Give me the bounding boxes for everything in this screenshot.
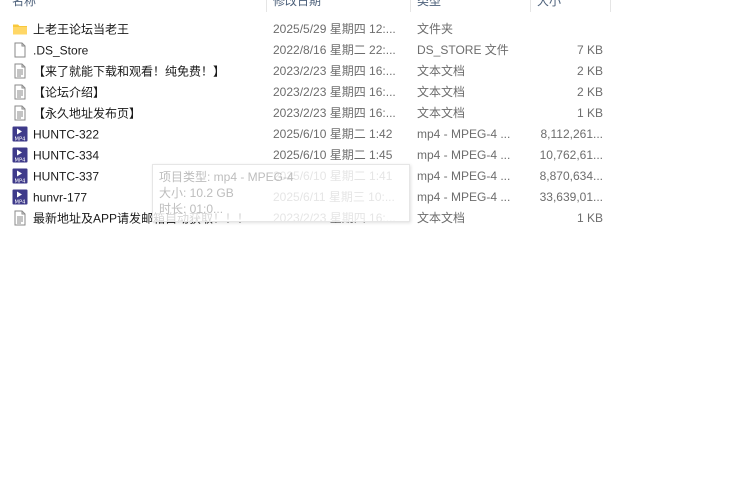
text-document-icon: [12, 63, 28, 79]
svg-text:MP4: MP4: [15, 136, 27, 142]
file-name-cell[interactable]: 【来了就能下载和观看！纯免费！】: [12, 61, 264, 82]
file-row[interactable]: 【永久地址发布页】 2023/2/23 星期四 16:... 文本文档 1 KB: [0, 103, 612, 124]
file-size: 2 KB: [576, 85, 603, 99]
file-name: 【永久地址发布页】: [33, 106, 142, 121]
file-name: hunvr-177: [33, 190, 88, 205]
file-date: 2025/5/29 星期四 12:...: [273, 22, 396, 36]
file-size: 33,639,01...: [539, 190, 603, 204]
column-header-type-label: 类型: [417, 0, 442, 8]
file-type: 文本文档: [417, 106, 466, 120]
column-header-bar: 名称 修改日期 类型 大小: [0, 0, 612, 12]
file-size: 1 KB: [576, 106, 603, 120]
file-name-cell[interactable]: MP4 HUNTC-334: [12, 145, 264, 166]
file-size: 8,112,261...: [540, 127, 604, 141]
file-name-cell[interactable]: .DS_Store: [12, 40, 264, 61]
file-row[interactable]: 上老王论坛当老王 2025/5/29 星期四 12:... 文件夹: [0, 19, 612, 40]
file-type: 文本文档: [417, 85, 466, 99]
column-header-date-label: 修改日期: [273, 0, 322, 8]
file-info-tooltip: 项目类型: mp4 - MPEG-4 大小: 10.2 GB 时长: 01:0.…: [152, 164, 410, 222]
column-header-size[interactable]: 大小: [531, 0, 611, 12]
file-name-cell[interactable]: 【永久地址发布页】: [12, 103, 264, 124]
file-name-cell[interactable]: 上老王论坛当老王: [12, 19, 264, 40]
tooltip-size-line: 大小: 10.2 GB: [159, 186, 234, 200]
mp4-video-icon: MP4: [12, 168, 28, 184]
file-name: .DS_Store: [33, 43, 89, 58]
folder-icon: [12, 21, 28, 37]
file-name: HUNTC-322: [33, 127, 100, 142]
file-size: 7 KB: [576, 43, 603, 57]
svg-text:MP4: MP4: [15, 178, 27, 184]
file-date: 2025/6/10 星期二 1:45: [273, 148, 393, 162]
text-document-icon: [12, 84, 28, 100]
file-name: HUNTC-334: [33, 148, 100, 163]
file-date: 2022/8/16 星期二 22:...: [273, 43, 396, 57]
tooltip-type-line: 项目类型: mp4 - MPEG-4: [159, 170, 294, 184]
file-date: 2023/2/23 星期四 16:...: [273, 106, 396, 120]
file-type: mp4 - MPEG-4 ...: [417, 148, 511, 162]
file-date: 2025/6/10 星期二 1:42: [273, 127, 393, 141]
column-header-size-label: 大小: [537, 0, 562, 8]
mp4-video-icon: MP4: [12, 126, 28, 142]
file-type: 文件夹: [417, 22, 454, 36]
file-type: mp4 - MPEG-4 ...: [417, 127, 511, 141]
file-name-cell[interactable]: 【论坛介绍】: [12, 82, 264, 103]
file-type: 文本文档: [417, 211, 466, 225]
file-row[interactable]: 【论坛介绍】 2023/2/23 星期四 16:... 文本文档 2 KB: [0, 82, 612, 103]
file-name-cell[interactable]: MP4 HUNTC-322: [12, 124, 264, 145]
column-header-date[interactable]: 修改日期: [267, 0, 411, 12]
file-type: mp4 - MPEG-4 ...: [417, 169, 511, 183]
file-type: mp4 - MPEG-4 ...: [417, 190, 511, 204]
column-header-name-label: 名称: [12, 0, 37, 8]
file-name: 【来了就能下载和观看！纯免费！】: [33, 64, 226, 79]
file-size: [530, 19, 603, 40]
file-name: HUNTC-337: [33, 169, 100, 184]
text-document-icon: [12, 210, 28, 226]
mp4-video-icon: MP4: [12, 189, 28, 205]
svg-text:MP4: MP4: [15, 199, 27, 205]
file-name: 【论坛介绍】: [33, 85, 106, 100]
mp4-video-icon: MP4: [12, 147, 28, 163]
column-header-name[interactable]: 名称: [0, 0, 267, 12]
svg-text:MP4: MP4: [15, 157, 27, 163]
file-row[interactable]: .DS_Store 2022/8/16 星期二 22:... DS_STORE 文件…: [0, 40, 612, 61]
tooltip-length-line: 时长: 01:0...: [159, 202, 224, 216]
file-name: 上老王论坛当老王: [33, 22, 130, 37]
file-size: 1 KB: [576, 211, 603, 225]
file-type: 文本文档: [417, 64, 466, 78]
file-size: 2 KB: [576, 64, 603, 78]
file-date: 2023/2/23 星期四 16:...: [273, 64, 396, 78]
file-size: 8,870,634...: [539, 169, 603, 183]
file-type: DS_STORE 文件: [417, 43, 509, 57]
column-header-type[interactable]: 类型: [411, 0, 531, 12]
file-row[interactable]: MP4 HUNTC-334 2025/6/10 星期二 1:45 mp4 - MPEG…: [0, 145, 612, 166]
file-date: 2023/2/23 星期四 16:...: [273, 85, 396, 99]
text-document-icon: [12, 105, 28, 121]
file-row[interactable]: 【来了就能下载和观看！纯免费！】 2023/2/23 星期四 16:... 文本文档…: [0, 61, 612, 82]
blank-file-icon: [12, 42, 28, 58]
file-row[interactable]: MP4 HUNTC-322 2025/6/10 星期二 1:42 mp4 - MPEG…: [0, 124, 612, 145]
file-size: 10,762,61...: [539, 148, 603, 162]
